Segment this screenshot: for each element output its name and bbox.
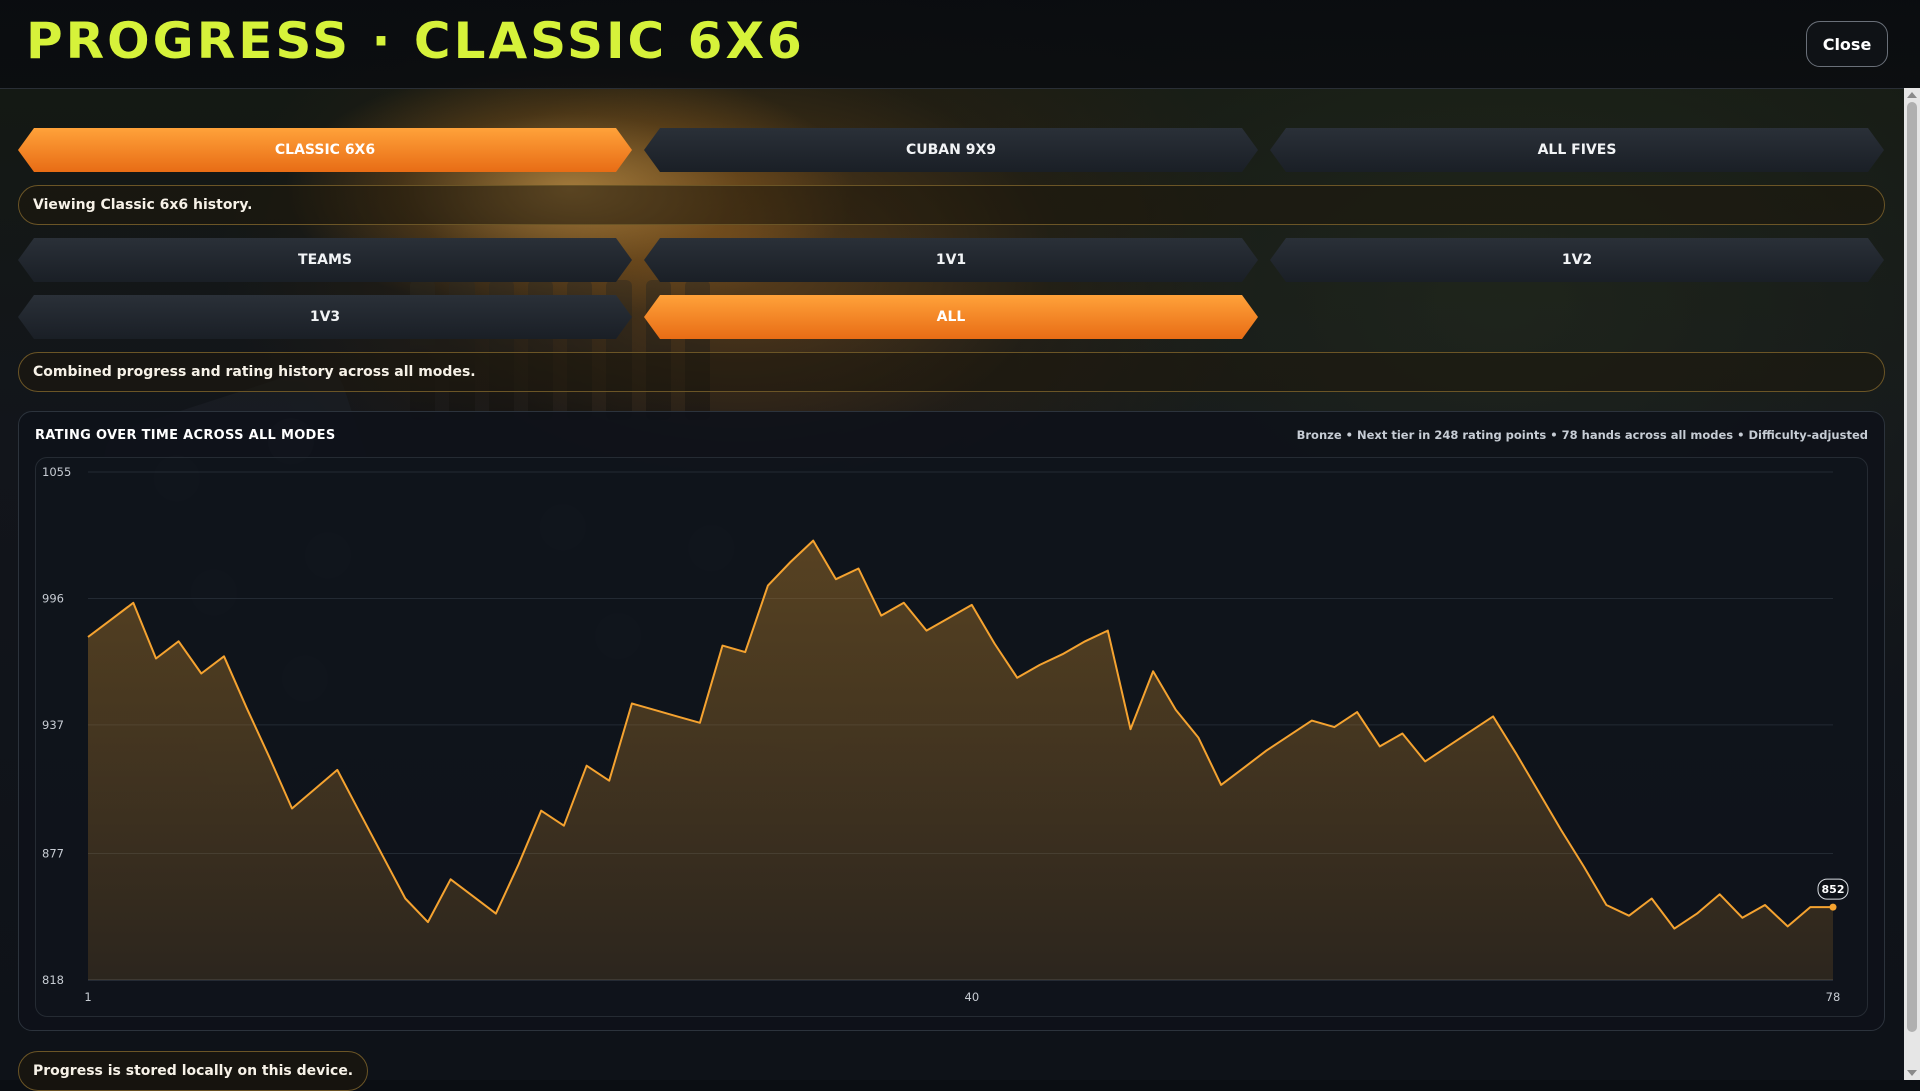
rating-area-fill	[88, 540, 1833, 980]
tab-mode-teams[interactable]: TEAMS	[18, 238, 632, 282]
close-button[interactable]: Close	[1806, 21, 1888, 67]
y-tick-label: 877	[42, 847, 64, 861]
progress-content: CLASSIC 6X6 CUBAN 9X9 ALL FIVES Viewing …	[18, 128, 1885, 1031]
mode-info-banner: Combined progress and rating history acr…	[18, 352, 1885, 392]
chart-title: RATING OVER TIME ACROSS ALL MODES	[35, 428, 336, 443]
chart-plot-area: 818 877 937 996 1055 1 40 78 852	[35, 457, 1868, 1017]
tab-all-fives[interactable]: ALL FIVES	[1270, 128, 1884, 172]
vertical-scrollbar[interactable]	[1904, 88, 1920, 1080]
last-value-label: 852	[1822, 883, 1845, 896]
chart-meta-info: Bronze • Next tier in 248 rating points …	[1296, 428, 1868, 442]
mode-tabs-row-2: 1V3 ALL	[18, 295, 1885, 339]
rating-line-chart: 818 877 937 996 1055 1 40 78 852	[42, 465, 1849, 1004]
x-tick-label: 1	[84, 990, 91, 1004]
tab-mode-1v2[interactable]: 1V2	[1270, 238, 1884, 282]
last-point-marker	[1829, 903, 1837, 911]
tab-mode-all[interactable]: ALL	[644, 295, 1258, 339]
scrollbar-thumb[interactable]	[1907, 102, 1917, 1032]
y-tick-label: 1055	[42, 465, 71, 479]
scroll-up-arrow-icon[interactable]	[1907, 92, 1917, 98]
y-tick-label: 937	[42, 718, 64, 732]
game-info-banner: Viewing Classic 6x6 history.	[18, 185, 1885, 225]
y-tick-label: 818	[42, 973, 64, 987]
header-bar: PROGRESS · CLASSIC 6X6 Close	[0, 0, 1920, 89]
page-title: PROGRESS · CLASSIC 6X6	[26, 12, 805, 70]
y-tick-label: 996	[42, 591, 64, 605]
mode-tabs-row-1: TEAMS 1V1 1V2	[18, 238, 1885, 282]
tab-classic-6x6[interactable]: CLASSIC 6X6	[18, 128, 632, 172]
x-tick-label: 78	[1826, 990, 1841, 1004]
game-tabs: CLASSIC 6X6 CUBAN 9X9 ALL FIVES	[18, 128, 1885, 172]
rating-chart-panel: RATING OVER TIME ACROSS ALL MODES Bronze…	[18, 411, 1885, 1031]
storage-note: Progress is stored locally on this devic…	[18, 1051, 369, 1091]
tab-mode-1v3[interactable]: 1V3	[18, 295, 632, 339]
tab-cuban-9x9[interactable]: CUBAN 9X9	[644, 128, 1258, 172]
tab-mode-1v1[interactable]: 1V1	[644, 238, 1258, 282]
scroll-down-arrow-icon[interactable]	[1907, 1070, 1917, 1076]
x-tick-label: 40	[965, 990, 980, 1004]
